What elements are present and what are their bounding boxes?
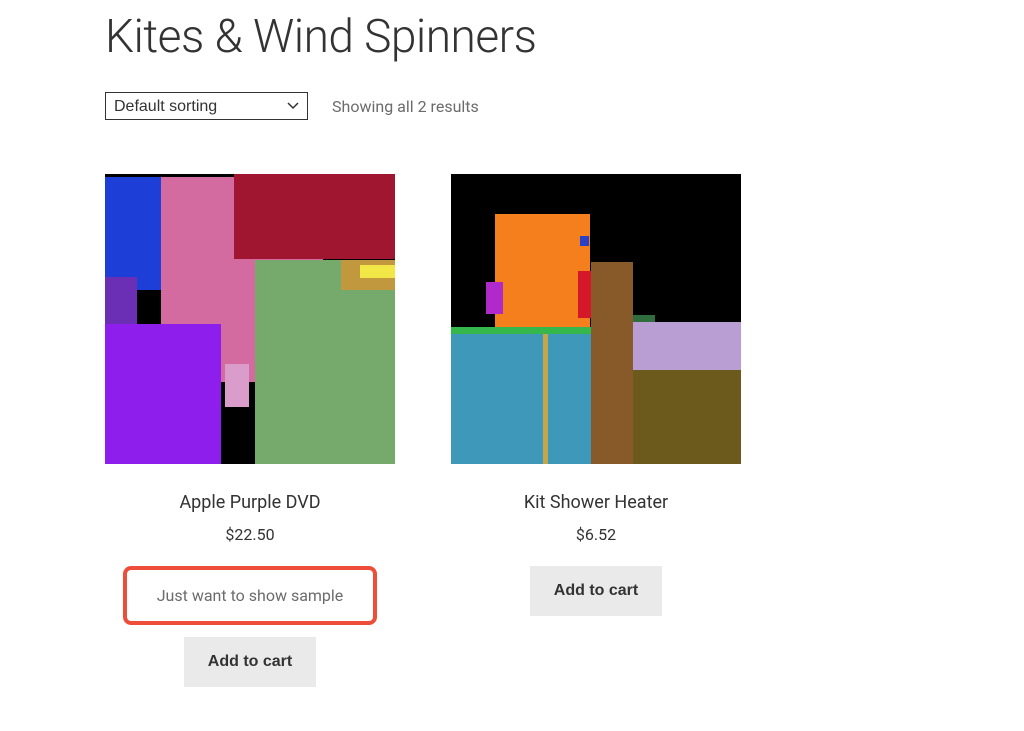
add-to-cart-button[interactable]: Add to cart [184, 637, 316, 687]
sort-select[interactable]: Default sorting [105, 92, 308, 120]
page-title: Kites & Wind Spinners [105, 10, 919, 64]
product-price: $22.50 [225, 525, 274, 544]
product-image[interactable] [105, 174, 395, 464]
product-title[interactable]: Kit Shower Heater [524, 492, 668, 513]
controls-row: Default sorting Showing all 2 results [105, 92, 919, 120]
product-grid: Apple Purple DVD $22.50 Just want to sho… [105, 174, 919, 687]
product-price: $6.52 [576, 525, 616, 544]
product-title[interactable]: Apple Purple DVD [179, 492, 320, 513]
product-card: Kit Shower Heater $6.52 Add to cart [451, 174, 741, 687]
product-card: Apple Purple DVD $22.50 Just want to sho… [105, 174, 395, 687]
result-count: Showing all 2 results [332, 97, 479, 116]
category-page: Kites & Wind Spinners Default sorting Sh… [0, 0, 1024, 727]
add-to-cart-button[interactable]: Add to cart [530, 566, 662, 616]
sample-note-highlight: Just want to show sample [123, 566, 378, 625]
product-image[interactable] [451, 174, 741, 464]
